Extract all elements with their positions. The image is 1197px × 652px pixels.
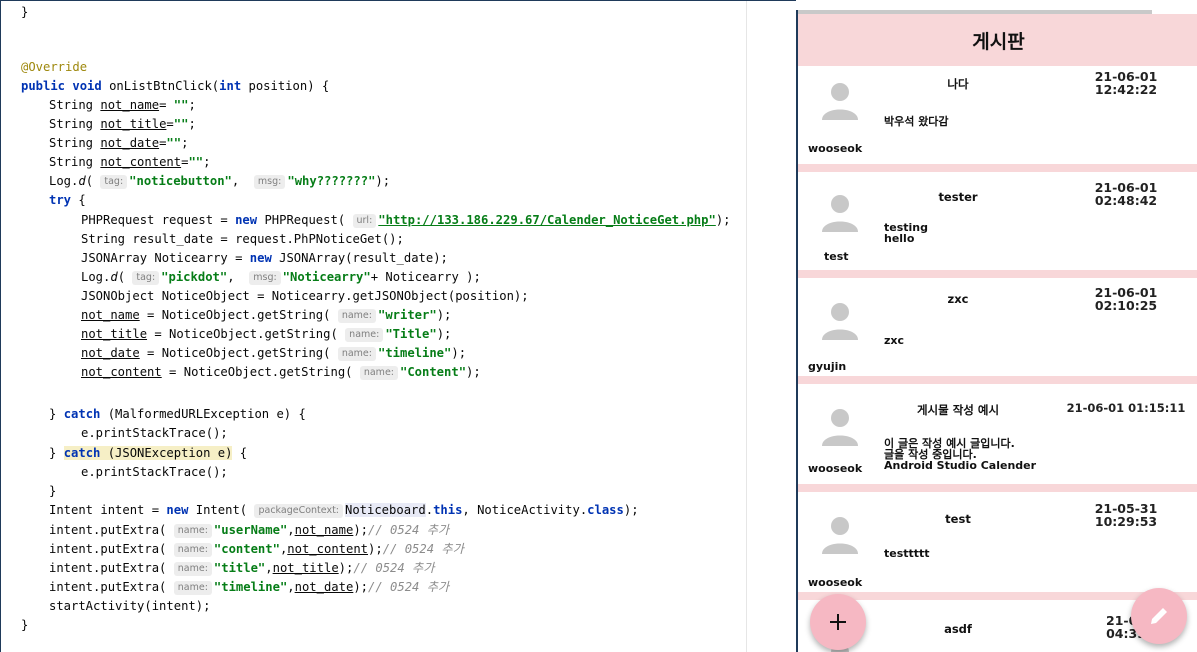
post-card[interactable]: zxc 21-06-01 02:10:25 zxc gyujin <box>798 278 1197 384</box>
post-content: testing hello <box>884 221 928 245</box>
post-title: zxc <box>947 292 969 306</box>
code-line: String result_date = request.PhPNoticeGe… <box>81 232 404 246</box>
code-line: JSONObject NoticeObject = Noticearry.get… <box>81 289 529 303</box>
code-line: String not_date=""; <box>49 136 189 150</box>
phone-screen: 게시판 나다 21-06-01 12:42:22 박우석 왔다감 wooseok… <box>796 10 1197 652</box>
app-bar: 게시판 <box>798 14 1197 66</box>
post-date: 21-06-01 02:48:42 <box>1094 180 1158 208</box>
post-content: 박우석 왔다감 <box>884 115 949 128</box>
code-line: not_date = NoticeObject.getString( name:… <box>81 346 467 361</box>
code-line: } <box>21 5 29 19</box>
post-card[interactable]: 나다 21-06-01 12:42:22 박우석 왔다감 wooseok <box>798 66 1197 172</box>
code-line: } <box>49 484 57 498</box>
add-post-button[interactable] <box>810 594 866 650</box>
code-line: intent.putExtra( name: "userName",not_nam… <box>49 523 450 538</box>
code-line: not_content = NoticeObject.getString( na… <box>81 365 481 380</box>
code-line: String not_name= ""; <box>49 98 196 112</box>
post-card[interactable]: tester 21-06-01 02:48:42 testing hello t… <box>798 172 1197 278</box>
post-writer: wooseok <box>808 462 863 475</box>
post-date: 21-05-31 10:29:53 <box>1094 501 1158 529</box>
post-content: zxc <box>884 334 905 347</box>
avatar-icon <box>822 409 858 446</box>
post-content: testtttt <box>884 547 930 560</box>
code-line: } <box>21 618 29 632</box>
post-title: test <box>945 512 971 526</box>
code-line: e.printStackTrace(); <box>81 465 228 479</box>
edit-post-button[interactable] <box>1131 588 1187 644</box>
code-line: e.printStackTrace(); <box>81 426 228 440</box>
code-line: intent.putExtra( name: "content",not_cont… <box>49 542 464 557</box>
code-line: intent.putExtra( name: "title",not_title)… <box>49 561 435 576</box>
app-title: 게시판 <box>972 30 1025 53</box>
code-line: Log.d( tag: "pickdot", msg: "Noticearry"+ … <box>81 270 481 285</box>
post-title: tester <box>938 190 978 204</box>
post-writer: gyujin <box>808 360 847 373</box>
code-line: Log.d( tag: "noticebutton", msg: "why?????… <box>49 174 391 189</box>
avatar-icon <box>822 195 858 232</box>
avatar-icon <box>822 83 858 120</box>
plus-icon <box>830 614 846 630</box>
code-line: String not_title=""; <box>49 117 196 131</box>
avatar-icon <box>822 517 858 554</box>
code-line: Intent intent = new Intent( packageConte… <box>49 503 639 518</box>
code-line: try { <box>49 193 86 207</box>
post-date: 21-06-01 01:15:11 <box>1066 401 1186 415</box>
avatar-icon <box>822 303 858 340</box>
code-line: } catch (MalformedURLException e) { <box>49 407 306 421</box>
code-editor[interactable]: } @Override public void onListBtnClick(i… <box>0 0 796 652</box>
pencil-icon <box>1151 608 1167 624</box>
code-line: JSONArray Noticearry = new JSONArray(res… <box>81 251 448 265</box>
code-line: } catch (JSONException e) { <box>49 446 248 460</box>
post-date: 21-06-01 12:42:22 <box>1094 69 1158 97</box>
code-line: startActivity(intent); <box>49 599 211 613</box>
code-line: intent.putExtra( name: "timeline",not_dat… <box>49 580 450 595</box>
code-line: not_title = NoticeObject.getString( name… <box>81 327 452 342</box>
post-writer: wooseok <box>808 142 863 155</box>
post-title: 게시물 작성 예시 <box>916 403 1000 417</box>
code-line: @Override <box>21 60 88 74</box>
post-writer: wooseok <box>808 576 863 589</box>
post-title: 나다 <box>947 77 969 91</box>
code-line: PHPRequest request = new PHPRequest( url… <box>81 213 731 228</box>
post-date: 21-06-01 02:10:25 <box>1094 285 1158 313</box>
right-margin-guide <box>746 1 747 652</box>
post-title: asdf <box>944 622 972 636</box>
post-card[interactable]: test 21-05-31 10:29:53 testtttt wooseok <box>798 492 1197 600</box>
code-line: String not_content=""; <box>49 155 211 169</box>
post-content: 이 글은 작성 예시 글입니다. 글을 작성 중입니다. Android Stu… <box>884 437 1037 472</box>
post-card[interactable]: 게시물 작성 예시 21-06-01 01:15:11 이 글은 작성 예시 글… <box>798 384 1197 492</box>
code-line: not_name = NoticeObject.getString( name:… <box>81 308 452 323</box>
post-writer: test <box>824 250 849 263</box>
code-line: public void onListBtnClick(int position)… <box>21 79 330 93</box>
